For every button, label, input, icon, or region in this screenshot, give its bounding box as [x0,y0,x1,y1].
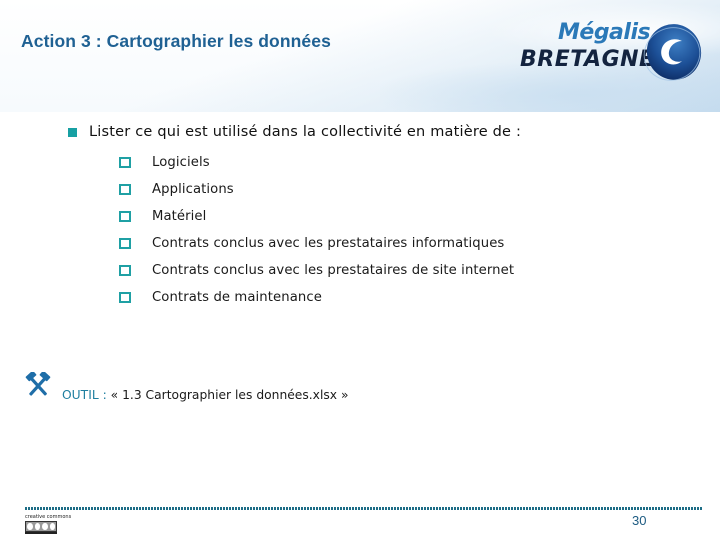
list-item: Applications [119,176,514,203]
main-bullet-text: Lister ce qui est utilisé dans la collec… [89,124,522,140]
list-item-label: Contrats conclus avec les prestataires d… [152,263,515,278]
hollow-square-bullet-icon [119,157,131,168]
logo-text-megalis: Mégalis [558,20,651,45]
list-item-label: Logiciels [152,155,210,170]
list-item: Contrats conclus avec les prestataires i… [119,230,514,257]
hollow-square-bullet-icon [119,184,131,195]
cc-by-nc-sa-badge-icon: creative commons [25,514,72,536]
main-bullet: Lister ce qui est utilisé dans la collec… [68,124,521,140]
list-item-label: Contrats conclus avec les prestataires i… [152,236,505,251]
hollow-square-bullet-icon [119,292,131,303]
tool-filename: « 1.3 Cartographier les données.xlsx » [110,388,349,402]
sub-item-list: Logiciels Applications Matériel Contrats… [119,149,514,311]
slide-title: Action 3 : Cartographier les données [21,31,331,51]
megalis-bretagne-logo: Mégalis BRETAGNE [515,18,715,88]
tool-label: OUTIL : [62,388,107,402]
list-item-label: Applications [152,182,234,197]
cc-icons [25,521,57,532]
cc-license-text: creative commons [25,514,72,520]
hollow-square-bullet-icon [119,238,131,249]
list-item-label: Matériel [152,209,207,224]
list-item: Contrats conclus avec les prestataires d… [119,257,514,284]
hammers-crossed-icon [25,372,51,396]
hollow-square-bullet-icon [119,211,131,222]
megalis-swirl-icon [643,24,702,81]
list-item: Logiciels [119,149,514,176]
logo-text-bretagne: BRETAGNE [520,47,655,72]
tool-text: OUTIL : « 1.3 Cartographier les données.… [62,388,349,402]
list-item-label: Contrats de maintenance [152,290,322,305]
list-item: Contrats de maintenance [119,284,514,311]
footer-divider [25,507,702,510]
square-bullet-icon [68,127,77,137]
page-number: 30 [632,513,647,528]
hollow-square-bullet-icon [119,265,131,276]
list-item: Matériel [119,203,514,230]
tool-reference: OUTIL : « 1.3 Cartographier les données.… [24,372,349,402]
